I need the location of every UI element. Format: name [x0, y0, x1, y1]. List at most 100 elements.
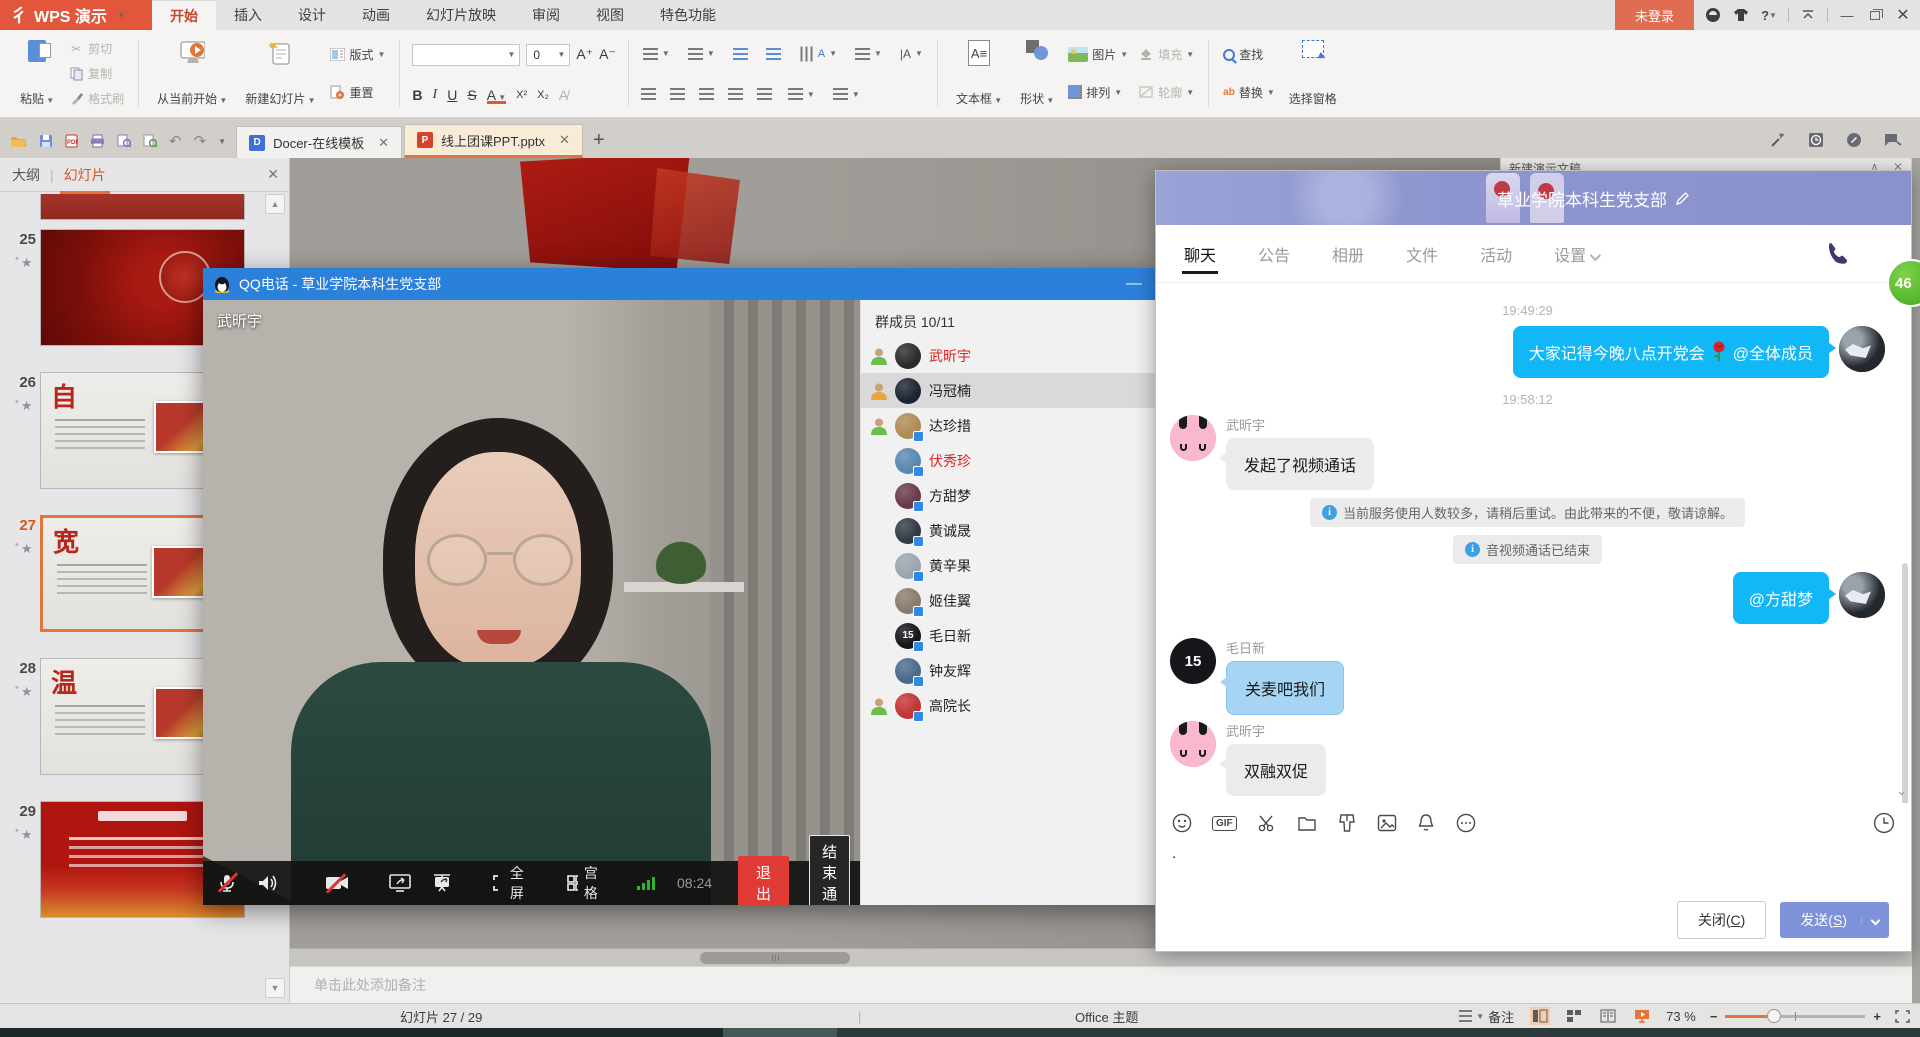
avatar[interactable]: 15 — [1170, 638, 1216, 684]
undo-icon[interactable]: ↶ — [169, 132, 182, 150]
font-name-combo[interactable]: ▼ — [412, 44, 520, 66]
print-icon[interactable] — [90, 134, 105, 148]
cut-button[interactable]: ✂剪切 — [66, 39, 126, 58]
magic-wand-icon[interactable] — [1770, 132, 1786, 148]
scroll-down-icon[interactable]: ▼ — [265, 978, 285, 998]
redo-icon[interactable]: ↷ — [194, 132, 207, 150]
ribbon-tab-幻灯片放映[interactable]: 幻灯片放映 — [408, 0, 514, 30]
distribute-icon[interactable] — [757, 88, 772, 100]
format-painter-button[interactable]: 格式刷 — [66, 89, 126, 108]
message-input[interactable]: . — [1156, 843, 1911, 889]
ribbon-tab-插入[interactable]: 插入 — [216, 0, 280, 30]
outline-button[interactable]: 轮廓▼ — [1136, 83, 1196, 102]
call-phone-icon[interactable] — [1823, 239, 1853, 269]
paste-button[interactable]: 粘贴 ▼ — [14, 36, 60, 111]
selection-pane-button[interactable]: 选择窗格 — [1283, 36, 1343, 111]
notes-toggle-button[interactable]: ▼ 备注 — [1457, 1006, 1516, 1027]
print-preview-icon[interactable] — [117, 134, 131, 148]
ribbon-tab-动画[interactable]: 动画 — [344, 0, 408, 30]
history-icon[interactable] — [1808, 132, 1824, 148]
member-row[interactable]: 武昕宇 — [861, 338, 1160, 373]
send-file-folder-icon[interactable] — [1297, 814, 1317, 832]
wps-app-menu[interactable]: ⼻ WPS 演示 ▼ — [0, 0, 152, 30]
call-window-titlebar[interactable]: QQ电话 - 草业学院本科生党支部 — — [203, 268, 1160, 300]
columns-button[interactable]: ▼ — [853, 47, 884, 61]
message-bubble[interactable]: @方甜梦 — [1733, 572, 1829, 624]
replace-button[interactable]: ab替换▼ — [1221, 83, 1277, 102]
send-button[interactable]: 发送(S) — [1780, 902, 1889, 938]
message-bubble[interactable]: 关麦吧我们 — [1226, 661, 1344, 715]
clear-format-button[interactable]: A̸ — [559, 87, 568, 103]
member-center-icon[interactable] — [1704, 6, 1722, 24]
chat-tab-活动[interactable]: 活动 — [1478, 226, 1514, 282]
decrease-indent-button[interactable] — [731, 47, 750, 61]
zoom-out-icon[interactable]: − — [1710, 1009, 1718, 1024]
underline-button[interactable]: U — [447, 87, 457, 103]
numbering-button[interactable]: ▼ — [686, 47, 717, 61]
increase-indent-button[interactable] — [764, 47, 783, 61]
member-row[interactable]: 黄辛果 — [861, 548, 1160, 583]
chat-tab-聊天[interactable]: 聊天 — [1182, 226, 1218, 282]
close-tab-icon[interactable]: ✕ — [378, 135, 389, 151]
member-row[interactable]: 黄诚晟 — [861, 513, 1160, 548]
reading-view-button[interactable] — [1598, 1007, 1618, 1025]
send-options-chevron-icon[interactable] — [1861, 917, 1889, 924]
para-spacing-inc-button[interactable]: ▼ — [831, 87, 862, 101]
member-row[interactable]: 15毛日新 — [861, 618, 1160, 653]
zoom-in-icon[interactable]: + — [1873, 1009, 1881, 1024]
qat-dropdown-icon[interactable]: ▼ — [218, 137, 226, 146]
new-tab-button[interactable]: + — [593, 129, 605, 152]
decrease-font-button[interactable]: A⁻ — [599, 46, 616, 63]
message-bubble[interactable]: 发起了视频通话 — [1226, 438, 1374, 490]
close-panel-icon[interactable]: ✕ — [267, 166, 279, 183]
whiteboard-icon[interactable] — [431, 873, 453, 893]
font-size-combo[interactable]: 0▼ — [526, 44, 570, 66]
feedback-icon[interactable] — [1884, 133, 1902, 147]
slide-sorter-button[interactable] — [1564, 1007, 1584, 1025]
slideshow-button[interactable] — [1632, 1007, 1652, 1025]
end-call-button[interactable]: 结束通话 — [809, 835, 850, 905]
collapse-ribbon-icon[interactable] — [1799, 6, 1817, 24]
member-row[interactable]: 达珍措 — [861, 408, 1160, 443]
tab-outline[interactable]: 大纲 — [12, 165, 40, 185]
help-icon[interactable]: ?▼ — [1760, 6, 1778, 24]
ribbon-tab-设计[interactable]: 设计 — [280, 0, 344, 30]
member-row[interactable]: 方甜梦 — [861, 478, 1160, 513]
open-file-icon[interactable] — [10, 134, 27, 148]
member-row[interactable]: 冯冠楠 — [861, 373, 1160, 408]
chat-tab-公告[interactable]: 公告 — [1256, 226, 1292, 282]
new-slide-button[interactable]: 新建幻灯片 ▼ — [239, 36, 321, 111]
reset-button[interactable]: 重置 — [327, 83, 387, 102]
camera-off-icon[interactable] — [325, 874, 349, 892]
export-pdf-icon[interactable]: PDF — [65, 134, 78, 148]
align-center-icon[interactable] — [670, 88, 685, 100]
save-icon[interactable] — [39, 134, 53, 148]
play-from-current-button[interactable]: 从当前开始 ▼ — [151, 36, 233, 111]
scroll-to-bottom-icon[interactable]: ⌄ — [1896, 783, 1907, 799]
close-icon[interactable]: ✕ — [1894, 6, 1912, 24]
justify-icon[interactable] — [728, 88, 743, 100]
bell-icon[interactable] — [1417, 813, 1435, 833]
copy-button[interactable]: 复制 — [66, 64, 126, 83]
find-button[interactable]: 查找 — [1221, 45, 1277, 64]
normal-view-button[interactable] — [1530, 1007, 1550, 1025]
login-button[interactable]: 未登录 — [1615, 0, 1694, 30]
ribbon-tab-审阅[interactable]: 审阅 — [514, 0, 578, 30]
restore-icon[interactable] — [1866, 6, 1884, 24]
preview-icon[interactable] — [143, 134, 157, 148]
sticker-collection-icon[interactable] — [1337, 813, 1357, 833]
close-tab-icon[interactable]: ✕ — [559, 132, 570, 148]
share-screen-icon[interactable] — [389, 873, 411, 893]
bullets-button[interactable]: ▼ — [641, 47, 672, 61]
arrange-button[interactable]: 排列▼ — [1066, 83, 1130, 102]
member-row[interactable]: 姬佳翼 — [861, 583, 1160, 618]
speaker-icon[interactable] — [257, 873, 279, 893]
textbox-button[interactable]: A≡ 文本框 ▼ — [950, 36, 1008, 111]
ribbon-tab-开始[interactable]: 开始 — [152, 0, 216, 30]
message-bubble[interactable]: 大家记得今晚八点开党会 @全体成员 — [1513, 326, 1829, 378]
fit-slide-icon[interactable] — [1895, 1010, 1910, 1023]
ribbon-tab-视图[interactable]: 视图 — [578, 0, 642, 30]
edit-title-icon[interactable] — [1675, 191, 1690, 206]
shapes-button[interactable]: 形状 ▼ — [1014, 36, 1060, 111]
superscript-button[interactable]: X² — [516, 89, 527, 101]
